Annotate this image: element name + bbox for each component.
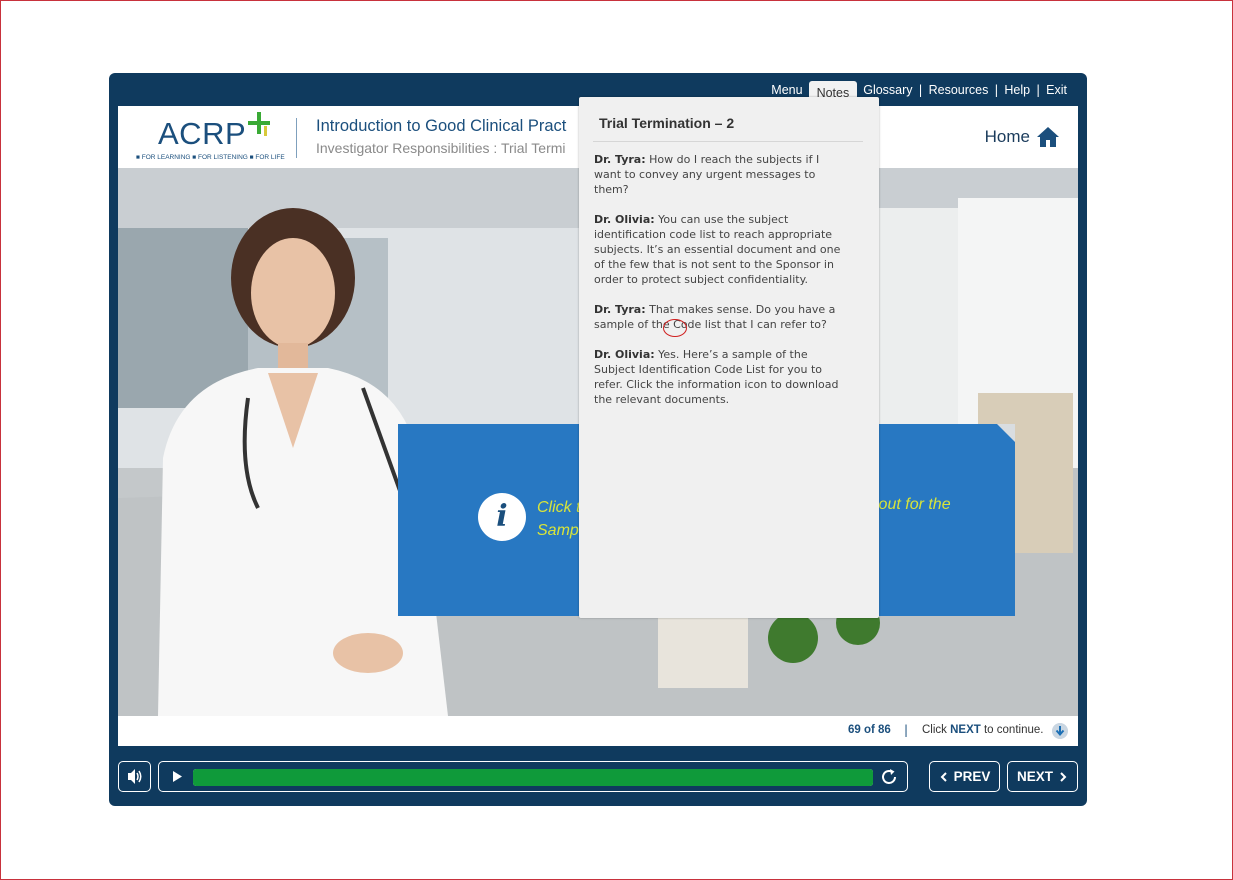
panel-notch: [997, 424, 1015, 442]
home-label: Home: [984, 127, 1030, 146]
download-arrow-icon[interactable]: [1052, 723, 1068, 739]
volume-button[interactable]: [118, 761, 151, 792]
page-counter: 69 of 86: [848, 724, 891, 736]
logo-wordmark: ACRP: [158, 116, 247, 151]
replay-icon[interactable]: [877, 765, 901, 789]
progress-fill: [193, 769, 873, 786]
notes-transcript: Dr. Tyra: How do I reach the subjects if…: [594, 152, 844, 422]
notes-entry: Dr. Olivia: You can use the subject iden…: [594, 212, 844, 287]
volume-icon: [128, 769, 142, 784]
notes-speaker: Dr. Olivia:: [594, 213, 655, 226]
notes-speaker: Dr. Tyra:: [594, 303, 646, 316]
info-text-right: lout for the: [875, 496, 951, 513]
prev-button[interactable]: PREV: [929, 761, 1000, 792]
notes-title: Trial Termination – 2: [599, 115, 735, 131]
notes-divider: [593, 141, 863, 142]
continue-instruction: Click NEXT to continue.: [922, 724, 1043, 736]
progress-bar[interactable]: [193, 769, 873, 786]
notes-speaker: Dr. Olivia:: [594, 348, 655, 361]
next-button[interactable]: NEXT: [1007, 761, 1078, 792]
notes-speaker: Dr. Tyra:: [594, 153, 646, 166]
notes-entry: Dr. Tyra: That makes sense. Do you have …: [594, 302, 844, 332]
chevron-left-icon: [940, 771, 947, 782]
acrp-logo: ACRP ■ FOR LEARNING ■ FOR LISTENING ■ FO…: [136, 110, 286, 165]
cursor-highlight: [663, 319, 687, 337]
next-label: NEXT: [1016, 769, 1053, 784]
course-title: Introduction to Good Clinical Pract: [316, 117, 567, 135]
continue-suffix: to continue.: [980, 724, 1044, 736]
slide-footer: 69 of 86 | Click NEXT to continue.: [118, 716, 1078, 746]
home-button[interactable]: Home: [985, 126, 1060, 148]
chevron-right-icon: [1060, 771, 1067, 782]
continue-next-word: NEXT: [950, 724, 981, 736]
home-icon: [1037, 127, 1059, 147]
footer-separator: |: [904, 723, 909, 737]
exit-link[interactable]: Exit: [1040, 80, 1073, 100]
info-instruction-text: Click t Samp: [537, 496, 581, 542]
notes-entry: Dr. Tyra: How do I reach the subjects if…: [594, 152, 844, 197]
header-divider: [296, 118, 297, 158]
course-subtitle: Investigator Responsibilities : Trial Te…: [316, 140, 566, 156]
logo-tagline: ■ FOR LEARNING ■ FOR LISTENING ■ FOR LIF…: [136, 154, 285, 161]
info-icon[interactable]: i: [478, 493, 526, 541]
play-icon[interactable]: [162, 762, 192, 791]
notes-entry: Dr. Olivia: Yes. Here’s a sample of the …: [594, 347, 844, 407]
info-text-line1: Click t: [537, 499, 581, 516]
playback-controls: [158, 761, 908, 792]
help-link[interactable]: Help: [998, 80, 1036, 100]
info-text-line2: Samp: [537, 522, 579, 539]
notes-popup: Trial Termination – 2 Dr. Tyra: How do I…: [579, 97, 879, 618]
prev-label: PREV: [953, 769, 991, 784]
resources-link[interactable]: Resources: [923, 80, 995, 100]
continue-prefix: Click: [922, 724, 951, 736]
